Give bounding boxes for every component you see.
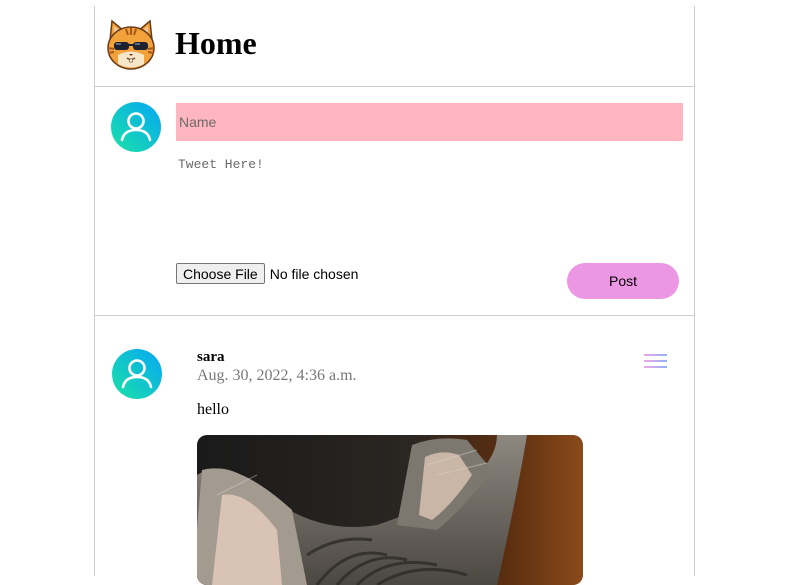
user-avatar-icon[interactable] (112, 349, 162, 399)
tweet-image (197, 435, 583, 585)
file-upload: Choose File No file chosen (176, 263, 358, 284)
feed-column: Home Choose File No file chosen Post (94, 6, 695, 585)
cat-logo-icon[interactable] (104, 18, 158, 72)
tweet-timestamp: Aug. 30, 2022, 4:36 a.m. (197, 367, 357, 384)
choose-file-button[interactable]: Choose File (176, 263, 265, 284)
page-title: Home (175, 25, 257, 61)
tweet-item: sara Aug. 30, 2022, 4:36 a.m. hello (95, 316, 694, 585)
page-header: Home (95, 6, 694, 87)
post-button[interactable]: Post (567, 263, 679, 299)
user-avatar-icon (111, 102, 161, 152)
tweet-text: hello (197, 401, 229, 418)
tweet-input[interactable] (176, 155, 680, 249)
tweet-username[interactable]: sara (197, 349, 225, 366)
hamburger-menu-icon[interactable] (644, 352, 667, 370)
tweet-composer: Choose File No file chosen Post (95, 87, 694, 316)
name-input[interactable] (176, 103, 683, 141)
file-status: No file chosen (269, 265, 359, 282)
